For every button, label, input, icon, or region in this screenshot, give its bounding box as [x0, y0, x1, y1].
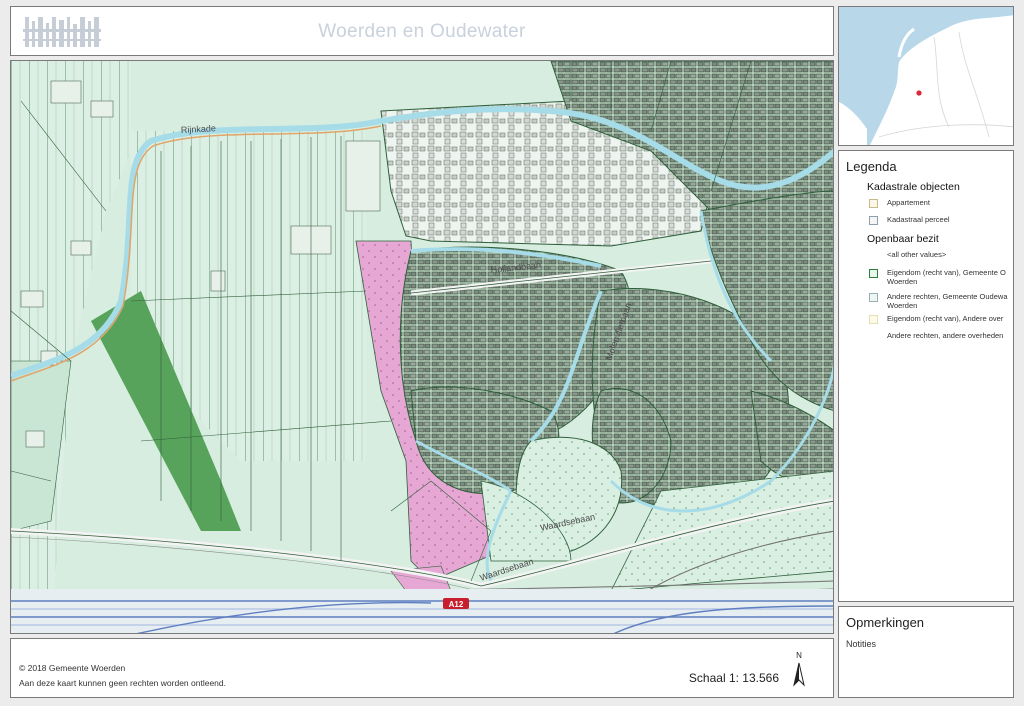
- remarks-panel: Opmerkingen Notities: [838, 606, 1014, 698]
- remarks-title: Opmerkingen: [846, 615, 925, 630]
- street-label-rijnkade: Rijnkade: [181, 123, 217, 135]
- overview-map[interactable]: [838, 6, 1014, 146]
- legend-swatch: [869, 251, 878, 260]
- legend-item-label: Andere rechten, andere overheden: [887, 331, 1004, 340]
- legend-swatch: [869, 293, 878, 302]
- location-marker-icon: [916, 90, 922, 96]
- map-canvas[interactable]: A12 Molenvlietbaan Hollandbaan Waardseba…: [10, 60, 834, 634]
- legend-item-label: Eigendom (recht van), Andere over: [887, 314, 1004, 323]
- legend-item-label: <all other values>: [887, 250, 947, 259]
- map-title: Woerden en Oudewater: [318, 21, 526, 42]
- legend-item-label-line2: Woerden: [887, 301, 918, 310]
- disclaimer-text: Aan deze kaart kunnen geen rechten worde…: [19, 678, 226, 688]
- legend-group-title-kadastrale: Kadastrale objecten: [867, 181, 960, 193]
- legend-item-label: Kadastraal perceel: [887, 215, 950, 224]
- legend-swatch: [869, 332, 878, 341]
- legend-title: Legenda: [846, 159, 897, 174]
- copyright-text: © 2018 Gemeente Woerden: [19, 663, 126, 673]
- north-arrow-icon: N: [791, 651, 807, 689]
- a12-shield-label: A12: [449, 600, 464, 609]
- map-footer: © 2018 Gemeente Woerden Aan deze kaart k…: [10, 638, 834, 698]
- legend-item-andere-rechten-overheden: Andere rechten, andere overheden: [869, 330, 1013, 360]
- cadastral-map[interactable]: A12 Molenvlietbaan Hollandbaan Waardseba…: [11, 61, 834, 634]
- legend-swatch: [869, 216, 878, 225]
- legend-group-title-openbaar: Openbaar bezit: [867, 233, 939, 245]
- legend-item-label-line2: Woerden: [887, 277, 918, 286]
- scale-text: Schaal 1: 13.566: [688, 671, 779, 685]
- legend-swatch: [869, 199, 878, 208]
- overview-map-graphic: [839, 7, 1013, 145]
- north-label: N: [796, 651, 802, 660]
- legend-item-label: Appartement: [887, 198, 930, 207]
- a12-motorway: [11, 589, 833, 633]
- legend-panel: Legenda Kadastrale objecten Appartement …: [838, 150, 1014, 602]
- legend-swatch: [869, 315, 878, 324]
- map-header: Woerden en Oudewater: [10, 6, 834, 56]
- legend-swatch: [869, 269, 878, 278]
- notes-label: Notities: [846, 639, 877, 649]
